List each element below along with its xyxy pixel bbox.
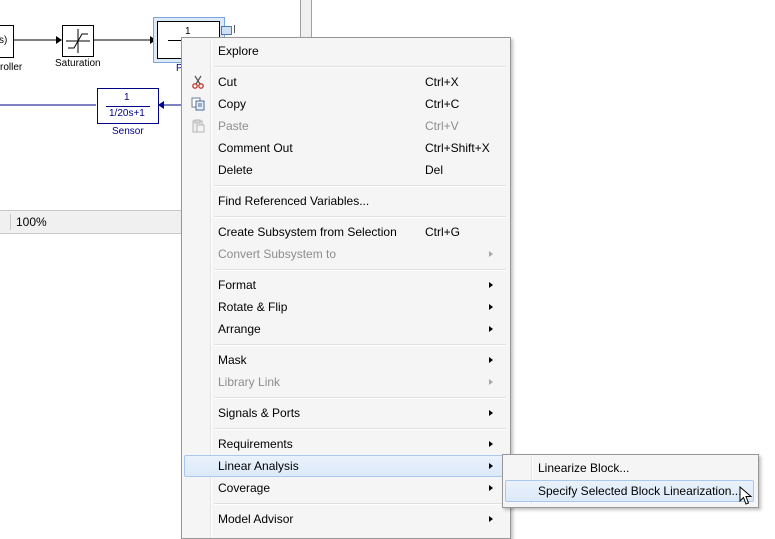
menu-item-create-subsystem[interactable]: Create Subsystem from Selection Ctrl+G bbox=[184, 221, 506, 243]
menu-item-label: Format bbox=[218, 278, 257, 292]
submenu-item-specify-linearization[interactable]: Specify Selected Block Linearization... bbox=[505, 480, 754, 502]
menu-item-delete[interactable]: Delete Del bbox=[184, 159, 506, 181]
menu-item-label: Linear Analysis bbox=[218, 459, 299, 473]
submenu-arrow-icon bbox=[489, 379, 493, 385]
menu-item-label: Comment Out bbox=[218, 141, 293, 155]
menu-separator bbox=[214, 397, 506, 399]
menu-item-convert-subsystem[interactable]: Convert Subsystem to bbox=[184, 243, 506, 265]
menu-item-shortcut: Del bbox=[425, 163, 444, 177]
menu-item-label: Delete bbox=[218, 163, 253, 177]
menu-item-copy[interactable]: Copy Ctrl+C bbox=[184, 93, 506, 115]
menu-item-label: Rotate & Flip bbox=[218, 300, 288, 314]
menu-item-label: Paste bbox=[218, 119, 249, 133]
menu-separator bbox=[214, 428, 506, 430]
menu-item-library-link[interactable]: Library Link bbox=[184, 371, 506, 393]
menu-item-format[interactable]: Format bbox=[184, 274, 506, 296]
saturation-label: Saturation bbox=[55, 58, 101, 69]
menu-separator bbox=[214, 503, 506, 505]
sensor-denominator: 1/20s+1 bbox=[109, 108, 145, 119]
controller-label: roller bbox=[0, 62, 23, 73]
submenu-arrow-icon bbox=[489, 282, 493, 288]
submenu-arrow-icon bbox=[489, 357, 493, 363]
menu-item-label: Mask bbox=[218, 353, 247, 367]
submenu-arrow-icon bbox=[489, 463, 493, 469]
menu-item-label: Find Referenced Variables... bbox=[218, 194, 370, 208]
menu-item-label: Requirements bbox=[218, 437, 293, 451]
menu-item-explore[interactable]: Explore bbox=[184, 40, 506, 62]
status-separator bbox=[10, 214, 11, 230]
submenu-arrow-icon bbox=[489, 410, 493, 416]
menu-item-rotate-flip[interactable]: Rotate & Flip bbox=[184, 296, 506, 318]
paste-icon bbox=[192, 119, 205, 133]
menu-item-label: Create Subsystem from Selection bbox=[218, 225, 397, 239]
submenu-arrow-icon bbox=[489, 441, 493, 447]
menu-separator bbox=[214, 185, 506, 187]
submenu-arrow-icon bbox=[489, 516, 493, 522]
menu-item-signals-ports[interactable]: Signals & Ports bbox=[184, 402, 506, 424]
menu-item-paste[interactable]: Paste Ctrl+V bbox=[184, 115, 506, 137]
block-badge-icon bbox=[221, 26, 232, 35]
controller-block-text: s) bbox=[0, 35, 8, 46]
menu-separator bbox=[214, 269, 506, 271]
menu-separator bbox=[214, 216, 506, 218]
sensor-fraction-bar bbox=[106, 106, 150, 107]
menu-item-coverage[interactable]: Coverage bbox=[184, 477, 506, 499]
menu-item-mask[interactable]: Mask bbox=[184, 349, 506, 371]
menu-item-label: Arrange bbox=[218, 322, 261, 336]
menu-item-comment-out[interactable]: Comment Out Ctrl+Shift+X bbox=[184, 137, 506, 159]
zoom-level: 100% bbox=[16, 215, 47, 229]
menu-item-linear-analysis[interactable]: Linear Analysis bbox=[184, 455, 506, 477]
submenu-arrow-icon bbox=[489, 251, 493, 257]
sensor-block[interactable]: 1 1/20s+1 bbox=[97, 88, 159, 124]
menu-item-cut[interactable]: Cut Ctrl+X bbox=[184, 71, 506, 93]
plant-numerator: 1 bbox=[185, 26, 191, 37]
menu-item-requirements[interactable]: Requirements bbox=[184, 433, 506, 455]
menu-item-shortcut: Ctrl+Shift+X bbox=[425, 141, 490, 155]
menu-item-arrange[interactable]: Arrange bbox=[184, 318, 506, 340]
submenu-item-linearize-block[interactable]: Linearize Block... bbox=[505, 457, 754, 479]
menu-item-shortcut: Ctrl+V bbox=[425, 119, 459, 133]
scissors-icon bbox=[192, 75, 204, 89]
menu-item-label: Model Advisor bbox=[218, 512, 294, 526]
saturation-icon bbox=[66, 29, 90, 53]
menu-item-find-referenced-variables[interactable]: Find Referenced Variables... bbox=[184, 190, 506, 212]
context-menu: Explore Cut Ctrl+X Copy Ctrl+C Paste Ctr… bbox=[181, 37, 511, 539]
menu-item-label: Specify Selected Block Linearization... bbox=[538, 484, 742, 498]
menu-item-label: Library Link bbox=[218, 375, 281, 389]
sensor-numerator: 1 bbox=[124, 92, 130, 103]
menu-separator bbox=[214, 66, 506, 68]
controller-block[interactable]: s) bbox=[0, 25, 14, 58]
menu-item-label: Convert Subsystem to bbox=[218, 247, 337, 261]
menu-item-shortcut: Ctrl+C bbox=[425, 97, 460, 111]
saturation-block[interactable] bbox=[62, 25, 94, 57]
menu-item-label: Linearize Block... bbox=[538, 461, 630, 475]
sensor-label: Sensor bbox=[112, 126, 144, 137]
submenu-arrow-icon bbox=[489, 485, 493, 491]
menu-item-shortcut: Ctrl+X bbox=[425, 75, 459, 89]
submenu-arrow-icon bbox=[489, 326, 493, 332]
menu-item-label: Explore bbox=[218, 44, 259, 58]
menu-item-shortcut: Ctrl+G bbox=[425, 225, 461, 239]
pin-icon bbox=[234, 25, 239, 33]
menu-item-label: Signals & Ports bbox=[218, 406, 301, 420]
submenu-arrow-icon bbox=[489, 304, 493, 310]
menu-item-label: Cut bbox=[218, 75, 237, 89]
copy-icon bbox=[191, 97, 205, 111]
mouse-cursor-icon bbox=[739, 486, 753, 505]
menu-item-label: Coverage bbox=[218, 481, 271, 495]
linear-analysis-submenu: Linearize Block... Specify Selected Bloc… bbox=[502, 454, 759, 508]
menu-item-label: Copy bbox=[218, 97, 247, 111]
menu-separator bbox=[214, 344, 506, 346]
